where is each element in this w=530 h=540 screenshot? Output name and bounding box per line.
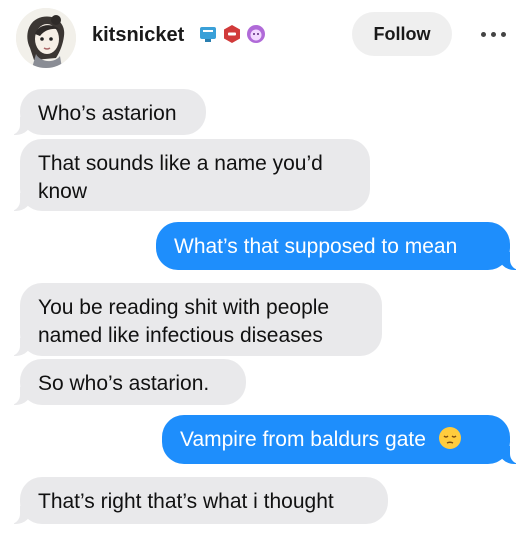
message-text: That’s right that’s what i thought: [38, 490, 334, 513]
avatar-illustration-icon: [16, 8, 76, 68]
follow-button[interactable]: Follow: [352, 12, 452, 56]
post-header: kitsnicket Follow: [0, 0, 530, 78]
message-bubble-received: That’s right that’s what i thought: [8, 477, 388, 524]
message-bubble-received: That sounds like a name you’d know: [8, 139, 370, 211]
message-text: What’s that supposed to mean: [174, 235, 458, 258]
message-text: So who’s astarion.: [38, 372, 210, 395]
message-bubble-sent: What’s that supposed to mean: [156, 222, 522, 270]
blue-badge-icon[interactable]: [198, 24, 218, 44]
message-bubble-received: Who’s astarion: [8, 89, 206, 135]
avatar[interactable]: [16, 8, 76, 68]
message-bubble-sent: Vampire from baldurs gate: [162, 415, 522, 464]
purple-face-badge-icon[interactable]: [246, 24, 266, 44]
red-hex-badge-icon[interactable]: [222, 24, 242, 44]
username[interactable]: kitsnicket: [92, 23, 184, 47]
message-bubble-received: You be reading shit with people named li…: [8, 283, 382, 356]
more-options-button[interactable]: [470, 20, 516, 48]
message-text: Vampire from baldurs gate: [180, 428, 426, 451]
more-dot-icon: [480, 31, 486, 37]
message-text: You be reading shit with people named li…: [38, 296, 330, 347]
message-text: That sounds like a name you’d know: [38, 152, 323, 203]
badge-list: [198, 24, 266, 44]
message-text: Who’s astarion: [38, 102, 177, 125]
message-bubble-received: So who’s astarion.: [8, 359, 246, 405]
pensive-face-emoji: [438, 427, 461, 449]
more-dot-icon: [490, 31, 496, 37]
more-dot-icon: [500, 31, 506, 37]
